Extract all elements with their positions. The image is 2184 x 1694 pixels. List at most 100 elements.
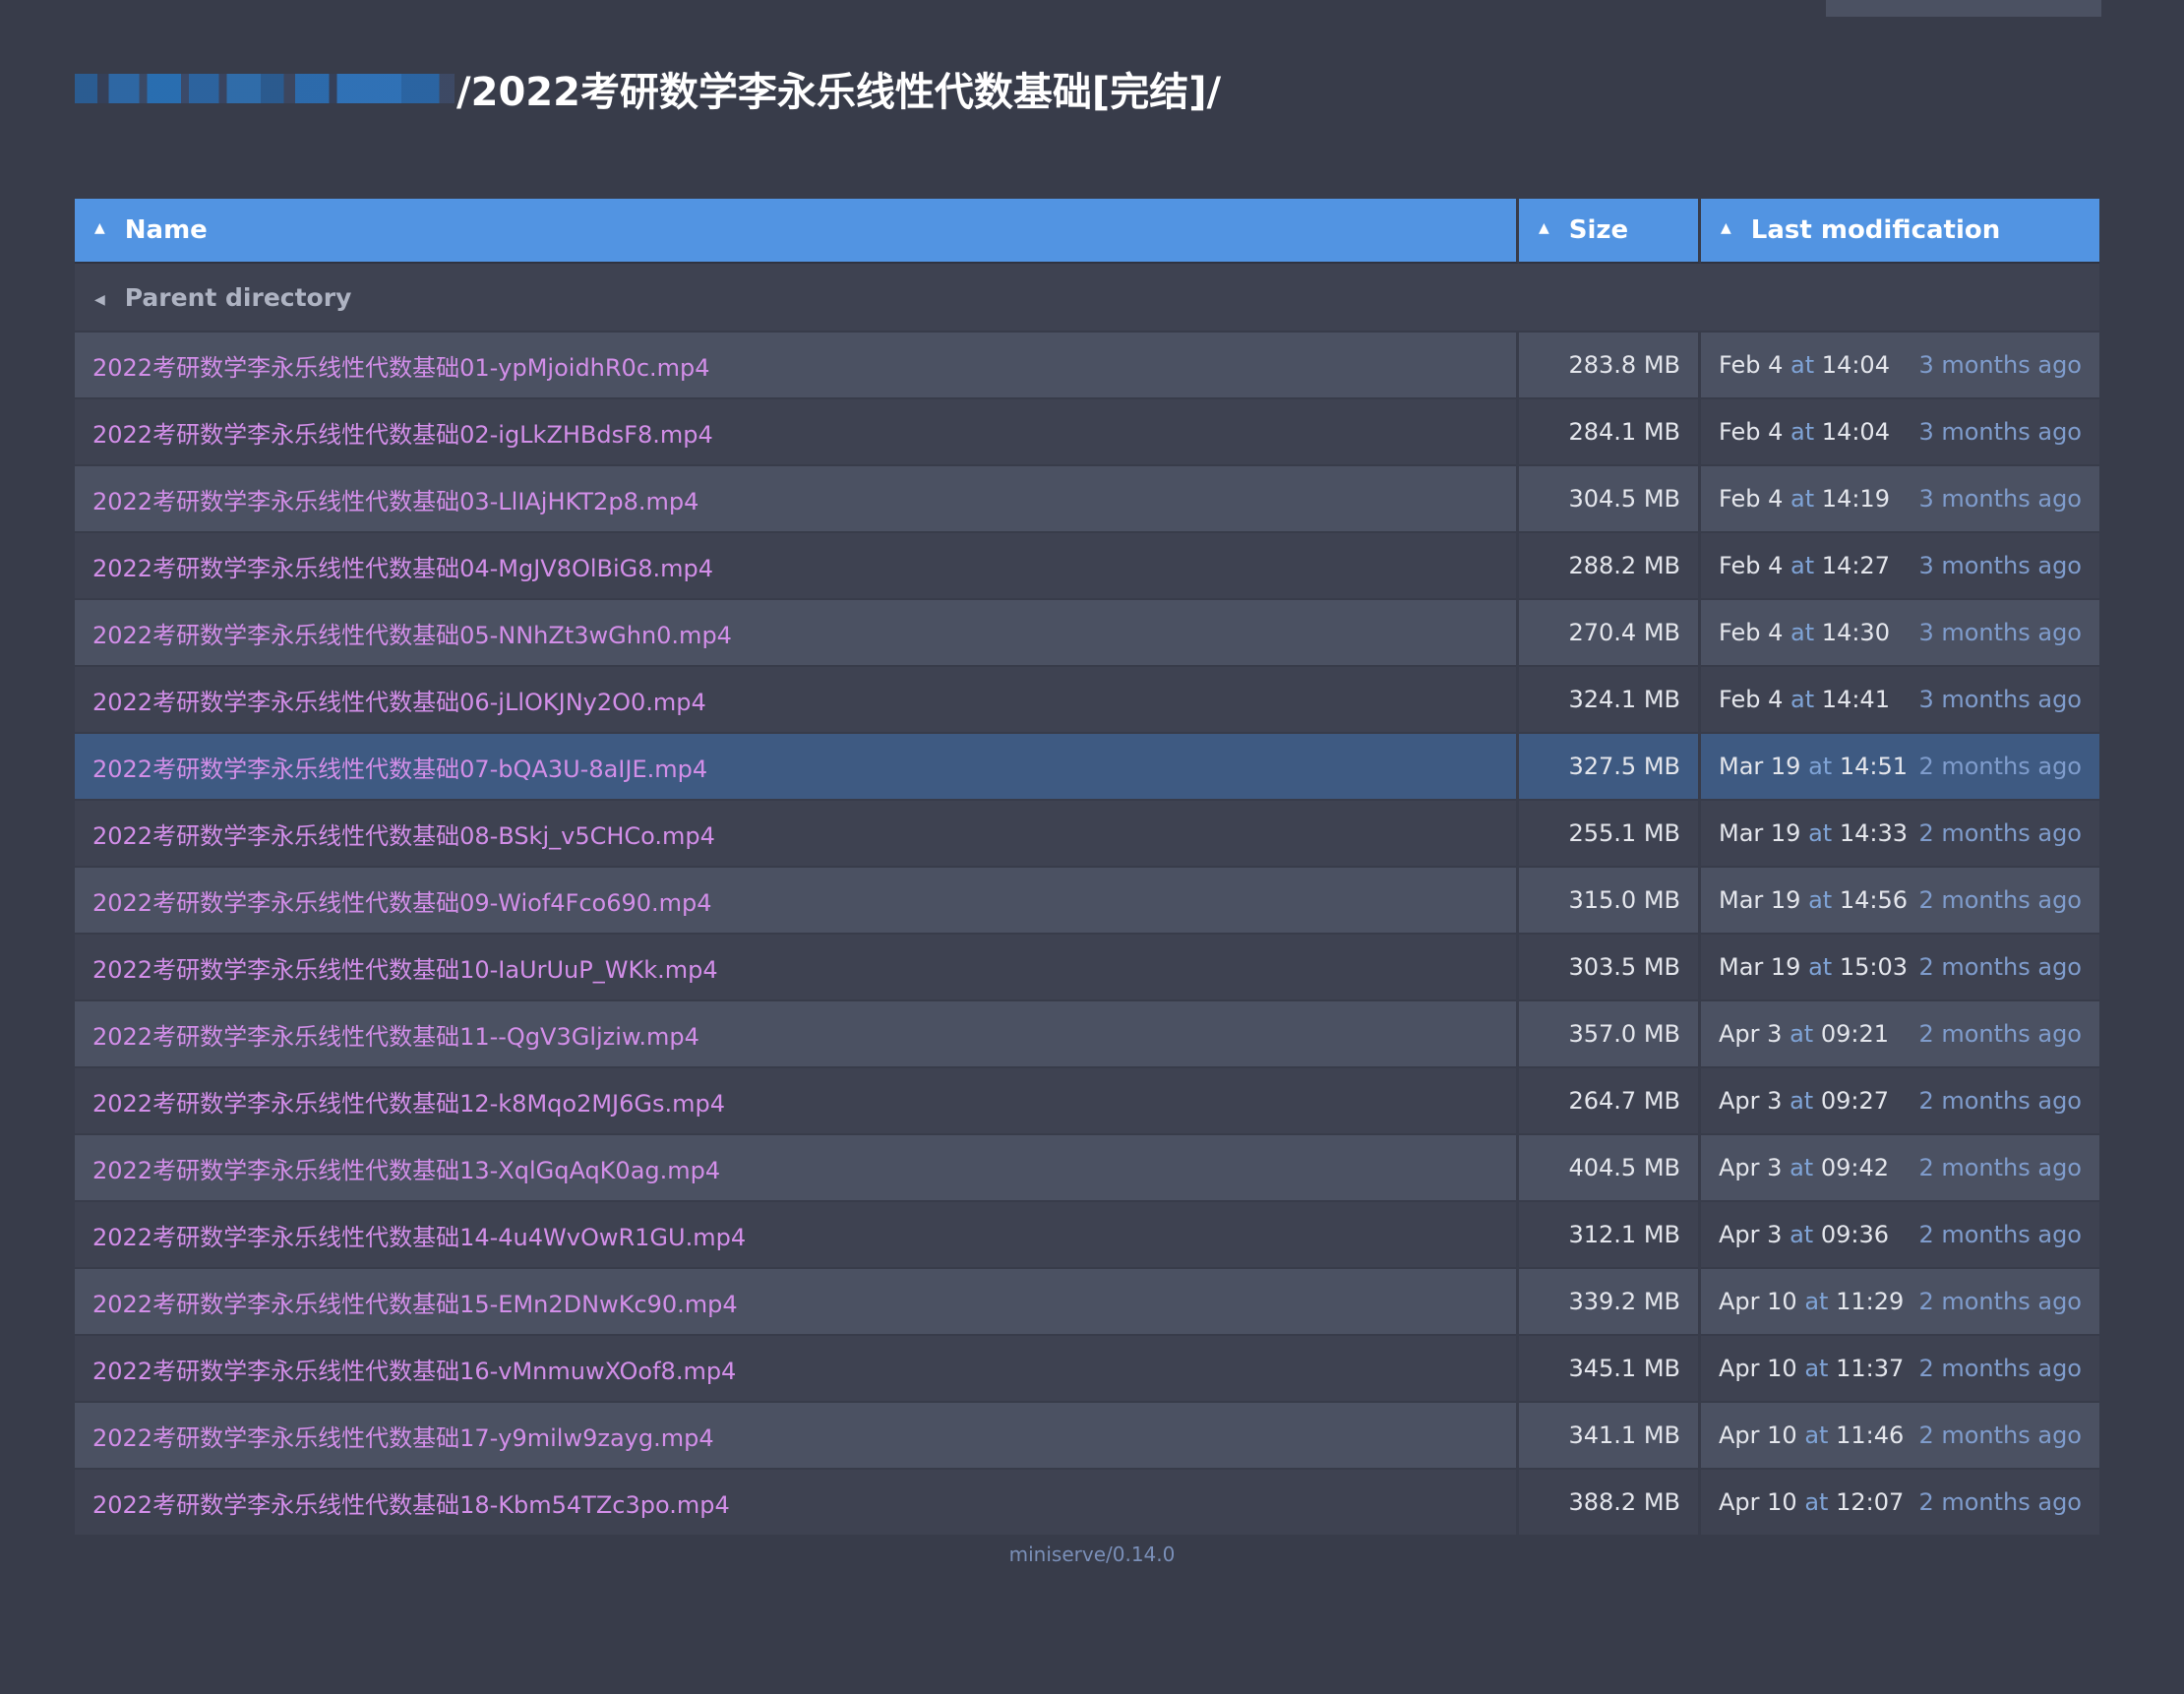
modification-date: Feb 4: [1719, 351, 1784, 379]
file-name[interactable]: 2022考研数学李永乐线性代数基础12-k8Mqo2MJ6Gs.mp4: [92, 1090, 725, 1118]
file-name[interactable]: 2022考研数学李永乐线性代数基础17-y9milw9zayg.mp4: [92, 1424, 714, 1452]
file-link[interactable]: 2022考研数学李永乐线性代数基础08-BSkj_v5CHCo.mp4: [75, 801, 1519, 868]
modification-time: 14:19: [1821, 485, 1890, 513]
table-row[interactable]: 2022考研数学李永乐线性代数基础12-k8Mqo2MJ6Gs.mp4 264.7…: [75, 1068, 2099, 1135]
table-row[interactable]: 2022考研数学李永乐线性代数基础11--QgV3Gljziw.mp4 357.0…: [75, 1001, 2099, 1068]
file-link[interactable]: 2022考研数学李永乐线性代数基础18-Kbm54TZc3po.mp4: [75, 1470, 1519, 1537]
file-size-value: 404.5 MB: [1568, 1154, 1680, 1181]
relative-time: 2 months ago: [1918, 1154, 2082, 1181]
table-row[interactable]: 2022考研数学李永乐线性代数基础09-Wiof4Fco690.mp4 315.0…: [75, 868, 2099, 935]
file-link[interactable]: 2022考研数学李永乐线性代数基础01-ypMjoidhR0c.mp4: [75, 333, 1519, 399]
file-name[interactable]: 2022考研数学李永乐线性代数基础04-MgJV8OlBiG8.mp4: [92, 555, 713, 582]
file-link[interactable]: 2022考研数学李永乐线性代数基础17-y9milw9zayg.mp4: [75, 1403, 1519, 1470]
page-title: /2022考研数学李永乐线性代数基础[完结]/: [75, 59, 1221, 118]
relative-time: 3 months ago: [1918, 351, 2082, 379]
relative-time: 3 months ago: [1918, 418, 2082, 446]
file-link[interactable]: 2022考研数学李永乐线性代数基础07-bQA3U-8aIJE.mp4: [75, 734, 1519, 801]
sort-by-modification-header[interactable]: ▲ Last modification: [1701, 199, 2099, 264]
redacted-path-segment: [75, 74, 455, 103]
last-modification-cell: Apr 3 at 09:36 2 months ago: [1701, 1202, 2099, 1269]
file-name[interactable]: 2022考研数学李永乐线性代数基础16-vMnmuwXOof8.mp4: [92, 1358, 736, 1385]
modification-time: 14:04: [1821, 351, 1890, 379]
table-row[interactable]: 2022考研数学李永乐线性代数基础16-vMnmuwXOof8.mp4 345.1…: [75, 1336, 2099, 1403]
relative-time: 3 months ago: [1918, 552, 2082, 579]
at-separator: at: [1808, 886, 1833, 914]
modification-time: 14:33: [1839, 819, 1909, 847]
table-row[interactable]: 2022考研数学李永乐线性代数基础18-Kbm54TZc3po.mp4 388.2…: [75, 1470, 2099, 1537]
table-row[interactable]: 2022考研数学李永乐线性代数基础14-4u4WvOwR1GU.mp4 312.1…: [75, 1202, 2099, 1269]
header-label: Last modification: [1750, 215, 2001, 245]
file-link[interactable]: 2022考研数学李永乐线性代数基础05-NNhZt3wGhn0.mp4: [75, 600, 1519, 667]
file-name[interactable]: 2022考研数学李永乐线性代数基础08-BSkj_v5CHCo.mp4: [92, 822, 715, 850]
file-name[interactable]: 2022考研数学李永乐线性代数基础15-EMn2DNwKc90.mp4: [92, 1291, 738, 1318]
file-link[interactable]: 2022考研数学李永乐线性代数基础11--QgV3Gljziw.mp4: [75, 1001, 1519, 1068]
modification-time: 14:41: [1821, 686, 1890, 713]
table-row[interactable]: 2022考研数学李永乐线性代数基础04-MgJV8OlBiG8.mp4 288.2…: [75, 533, 2099, 600]
modification-time: 14:56: [1839, 886, 1909, 914]
file-link[interactable]: 2022考研数学李永乐线性代数基础13-XqlGqAqK0ag.mp4: [75, 1135, 1519, 1202]
table-row[interactable]: 2022考研数学李永乐线性代数基础13-XqlGqAqK0ag.mp4 404.5…: [75, 1135, 2099, 1202]
file-name[interactable]: 2022考研数学李永乐线性代数基础01-ypMjoidhR0c.mp4: [92, 354, 710, 382]
modification-datetime: Feb 4 at 14:04: [1719, 418, 1890, 446]
file-size-value: 339.2 MB: [1568, 1288, 1680, 1315]
modification-time: 09:27: [1820, 1087, 1889, 1115]
table-row[interactable]: 2022考研数学李永乐线性代数基础03-LlIAjHKT2p8.mp4 304.5…: [75, 466, 2099, 533]
parent-directory-row[interactable]: ◀ Parent directory: [75, 264, 2099, 333]
at-separator: at: [1804, 1488, 1829, 1516]
last-modification-cell: Apr 3 at 09:27 2 months ago: [1701, 1068, 2099, 1135]
theme-selector-button[interactable]: [1826, 0, 2101, 17]
file-link[interactable]: 2022考研数学李永乐线性代数基础02-igLkZHBdsF8.mp4: [75, 399, 1519, 466]
modification-time: 14:04: [1821, 418, 1890, 446]
table-row[interactable]: 2022考研数学李永乐线性代数基础10-IaUrUuP_WKk.mp4 303.5…: [75, 935, 2099, 1001]
path-text: /2022考研数学李永乐线性代数基础[完结]/: [456, 70, 1222, 115]
file-size-value: 288.2 MB: [1568, 552, 1680, 579]
sort-by-name-header[interactable]: ▲ Name: [75, 199, 1519, 264]
table-row[interactable]: 2022考研数学李永乐线性代数基础08-BSkj_v5CHCo.mp4 255.1…: [75, 801, 2099, 868]
at-separator: at: [1790, 1087, 1814, 1115]
parent-directory-link[interactable]: ◀ Parent directory: [75, 264, 2099, 333]
file-link[interactable]: 2022考研数学李永乐线性代数基础16-vMnmuwXOof8.mp4: [75, 1336, 1519, 1403]
at-separator: at: [1790, 418, 1815, 446]
file-name[interactable]: 2022考研数学李永乐线性代数基础05-NNhZt3wGhn0.mp4: [92, 622, 732, 649]
file-listing-table: ▲ Name ▲ Size ▲ Last modification ◀ Parent d…: [75, 199, 2099, 1537]
modification-datetime: Mar 19 at 14:51: [1719, 753, 1908, 780]
table-row[interactable]: 2022考研数学李永乐线性代数基础07-bQA3U-8aIJE.mp4 327.5…: [75, 734, 2099, 801]
file-size-value: 255.1 MB: [1568, 819, 1680, 847]
file-name[interactable]: 2022考研数学李永乐线性代数基础06-jLlOKJNy2O0.mp4: [92, 689, 706, 716]
file-size: 357.0 MB: [1519, 1001, 1701, 1068]
file-link[interactable]: 2022考研数学李永乐线性代数基础09-Wiof4Fco690.mp4: [75, 868, 1519, 935]
modification-datetime: Mar 19 at 14:56: [1719, 886, 1908, 914]
file-link[interactable]: 2022考研数学李永乐线性代数基础14-4u4WvOwR1GU.mp4: [75, 1202, 1519, 1269]
file-link[interactable]: 2022考研数学李永乐线性代数基础04-MgJV8OlBiG8.mp4: [75, 533, 1519, 600]
file-name[interactable]: 2022考研数学李永乐线性代数基础09-Wiof4Fco690.mp4: [92, 889, 712, 917]
table-row[interactable]: 2022考研数学李永乐线性代数基础06-jLlOKJNy2O0.mp4 324.1…: [75, 667, 2099, 734]
file-name[interactable]: 2022考研数学李永乐线性代数基础18-Kbm54TZc3po.mp4: [92, 1491, 730, 1519]
file-name[interactable]: 2022考研数学李永乐线性代数基础07-bQA3U-8aIJE.mp4: [92, 756, 707, 783]
table-row[interactable]: 2022考研数学李永乐线性代数基础15-EMn2DNwKc90.mp4 339.2…: [75, 1269, 2099, 1336]
last-modification-cell: Apr 10 at 11:37 2 months ago: [1701, 1336, 2099, 1403]
table-row[interactable]: 2022考研数学李永乐线性代数基础05-NNhZt3wGhn0.mp4 270.4…: [75, 600, 2099, 667]
relative-time: 2 months ago: [1918, 1221, 2082, 1248]
file-name[interactable]: 2022考研数学李永乐线性代数基础10-IaUrUuP_WKk.mp4: [92, 956, 718, 984]
file-name[interactable]: 2022考研数学李永乐线性代数基础14-4u4WvOwR1GU.mp4: [92, 1224, 746, 1251]
file-name[interactable]: 2022考研数学李永乐线性代数基础11--QgV3Gljziw.mp4: [92, 1023, 699, 1051]
file-link[interactable]: 2022考研数学李永乐线性代数基础03-LlIAjHKT2p8.mp4: [75, 466, 1519, 533]
file-link[interactable]: 2022考研数学李永乐线性代数基础10-IaUrUuP_WKk.mp4: [75, 935, 1519, 1001]
file-link[interactable]: 2022考研数学李永乐线性代数基础12-k8Mqo2MJ6Gs.mp4: [75, 1068, 1519, 1135]
file-name[interactable]: 2022考研数学李永乐线性代数基础02-igLkZHBdsF8.mp4: [92, 421, 713, 449]
at-separator: at: [1808, 953, 1833, 981]
modification-time: 14:51: [1839, 753, 1909, 780]
file-name[interactable]: 2022考研数学李永乐线性代数基础03-LlIAjHKT2p8.mp4: [92, 488, 698, 515]
table-row[interactable]: 2022考研数学李永乐线性代数基础02-igLkZHBdsF8.mp4 284.1…: [75, 399, 2099, 466]
table-row[interactable]: 2022考研数学李永乐线性代数基础17-y9milw9zayg.mp4 341.1…: [75, 1403, 2099, 1470]
modification-time: 12:07: [1836, 1488, 1905, 1516]
at-separator: at: [1790, 485, 1815, 513]
last-modification-cell: Mar 19 at 15:03 2 months ago: [1701, 935, 2099, 1001]
sort-by-size-header[interactable]: ▲ Size: [1519, 199, 1701, 264]
table-row[interactable]: 2022考研数学李永乐线性代数基础01-ypMjoidhR0c.mp4 283.8…: [75, 333, 2099, 399]
file-size: 288.2 MB: [1519, 533, 1701, 600]
file-size-value: 264.7 MB: [1568, 1087, 1680, 1115]
file-link[interactable]: 2022考研数学李永乐线性代数基础06-jLlOKJNy2O0.mp4: [75, 667, 1519, 734]
file-link[interactable]: 2022考研数学李永乐线性代数基础15-EMn2DNwKc90.mp4: [75, 1269, 1519, 1336]
file-name[interactable]: 2022考研数学李永乐线性代数基础13-XqlGqAqK0ag.mp4: [92, 1157, 720, 1184]
